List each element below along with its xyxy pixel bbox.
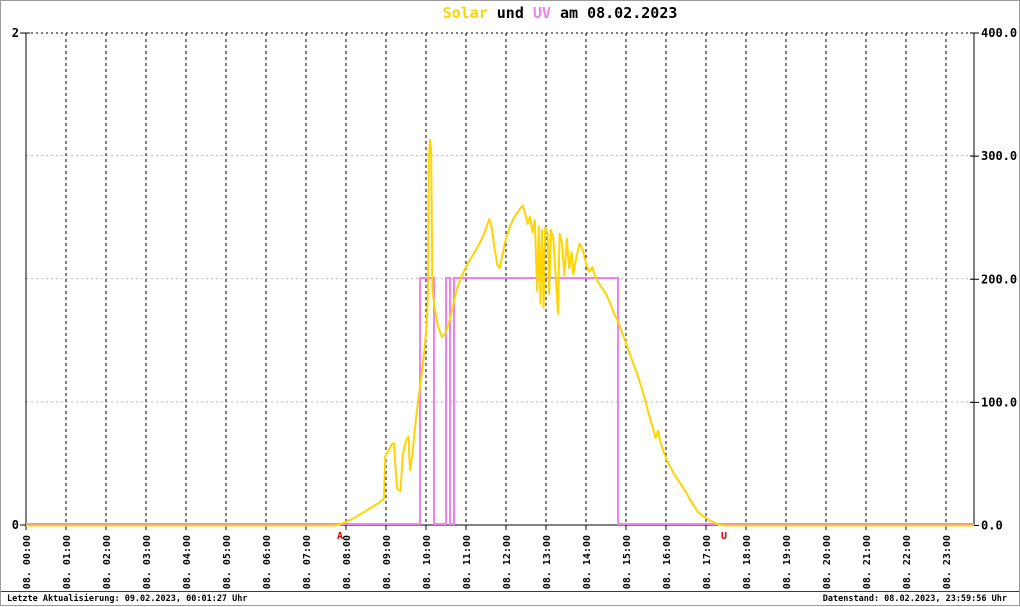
x-tick-label-10: 08. 10:00 <box>422 535 433 589</box>
x-tick-label-7: 08. 07:00 <box>302 535 313 589</box>
last-update-text: Letzte Aktualisierung: 09.02.2023, 00:01… <box>7 594 248 604</box>
y-right-label-400: 400.0 <box>981 26 1017 40</box>
x-tick-label-13: 08. 13:00 <box>542 535 553 589</box>
y-right-label-100: 100.0 <box>981 395 1017 409</box>
x-tick-label-19: 08. 19:00 <box>782 535 793 589</box>
x-tick-label-17: 08. 17:00 <box>702 535 713 589</box>
x-tick-label-12: 08. 12:00 <box>502 535 513 589</box>
status-bar: Letzte Aktualisierung: 09.02.2023, 00:01… <box>1 591 1019 605</box>
title-part-0: Solar <box>442 4 488 22</box>
x-tick-label-16: 08. 16:00 <box>662 535 673 589</box>
x-tick-label-8: 08. 08:00 <box>342 535 353 589</box>
x-tick-label-18: 08. 18:00 <box>742 535 753 589</box>
x-tick-label-11: 08. 11:00 <box>462 535 473 589</box>
y-right-label-200: 200.0 <box>981 272 1017 286</box>
title-part-3: am 08.02.2023 <box>550 4 678 22</box>
y-left-label-0: 0 <box>12 518 19 532</box>
x-tick-label-3: 08. 03:00 <box>142 535 153 589</box>
x-tick-label-1: 08. 01:00 <box>62 535 73 589</box>
title-part-2: UV <box>532 4 551 22</box>
solar-uv-chart-window: Solar und UV am 08.02.2023 0 2 0.0 100.0 200… <box>0 0 1020 606</box>
x-tick-label-21: 08. 21:00 <box>862 535 873 589</box>
page: { "title": { "full": "Solar und UV am 08… <box>0 0 1020 606</box>
x-tick-label-20: 08. 20:00 <box>822 535 833 589</box>
title-part-1: und <box>487 4 533 22</box>
data-timestamp-text: Datenstand: 08.02.2023, 23:59:56 Uhr <box>822 594 1007 604</box>
chart-canvas: 0 2 0.0 100.0 200.0 300.0 400.0 08. 00:00 08. 01… <box>12 26 1017 589</box>
x-tick-label-0: 08. 00:00 <box>22 535 33 589</box>
x-tick-label-2: 08. 02:00 <box>102 535 113 589</box>
x-tick-label-23: 08. 23:00 <box>942 535 953 589</box>
x-tick-label-9: 08. 09:00 <box>382 535 393 589</box>
x-tick-label-6: 08. 06:00 <box>262 535 273 589</box>
x-tick-label-4: 08. 04:00 <box>182 535 193 589</box>
x-tick-label-5: 08. 05:00 <box>222 535 233 589</box>
y-right-label-300: 300.0 <box>981 149 1017 163</box>
x-tick-label-22: 08. 22:00 <box>902 535 913 589</box>
x-tick-label-15: 08. 15:00 <box>622 535 633 589</box>
chart-title: Solar und UV am 08.02.2023 <box>1 4 1019 22</box>
y-right-label-0: 0.0 <box>981 519 1003 533</box>
x-tick-label-14: 08. 14:00 <box>582 535 593 589</box>
solar-series-line <box>26 139 974 527</box>
uv-series-line <box>26 277 974 525</box>
sunset-marker: U <box>721 531 727 542</box>
y-left-label-2: 2 <box>12 26 19 40</box>
sunrise-marker: A <box>337 531 343 542</box>
